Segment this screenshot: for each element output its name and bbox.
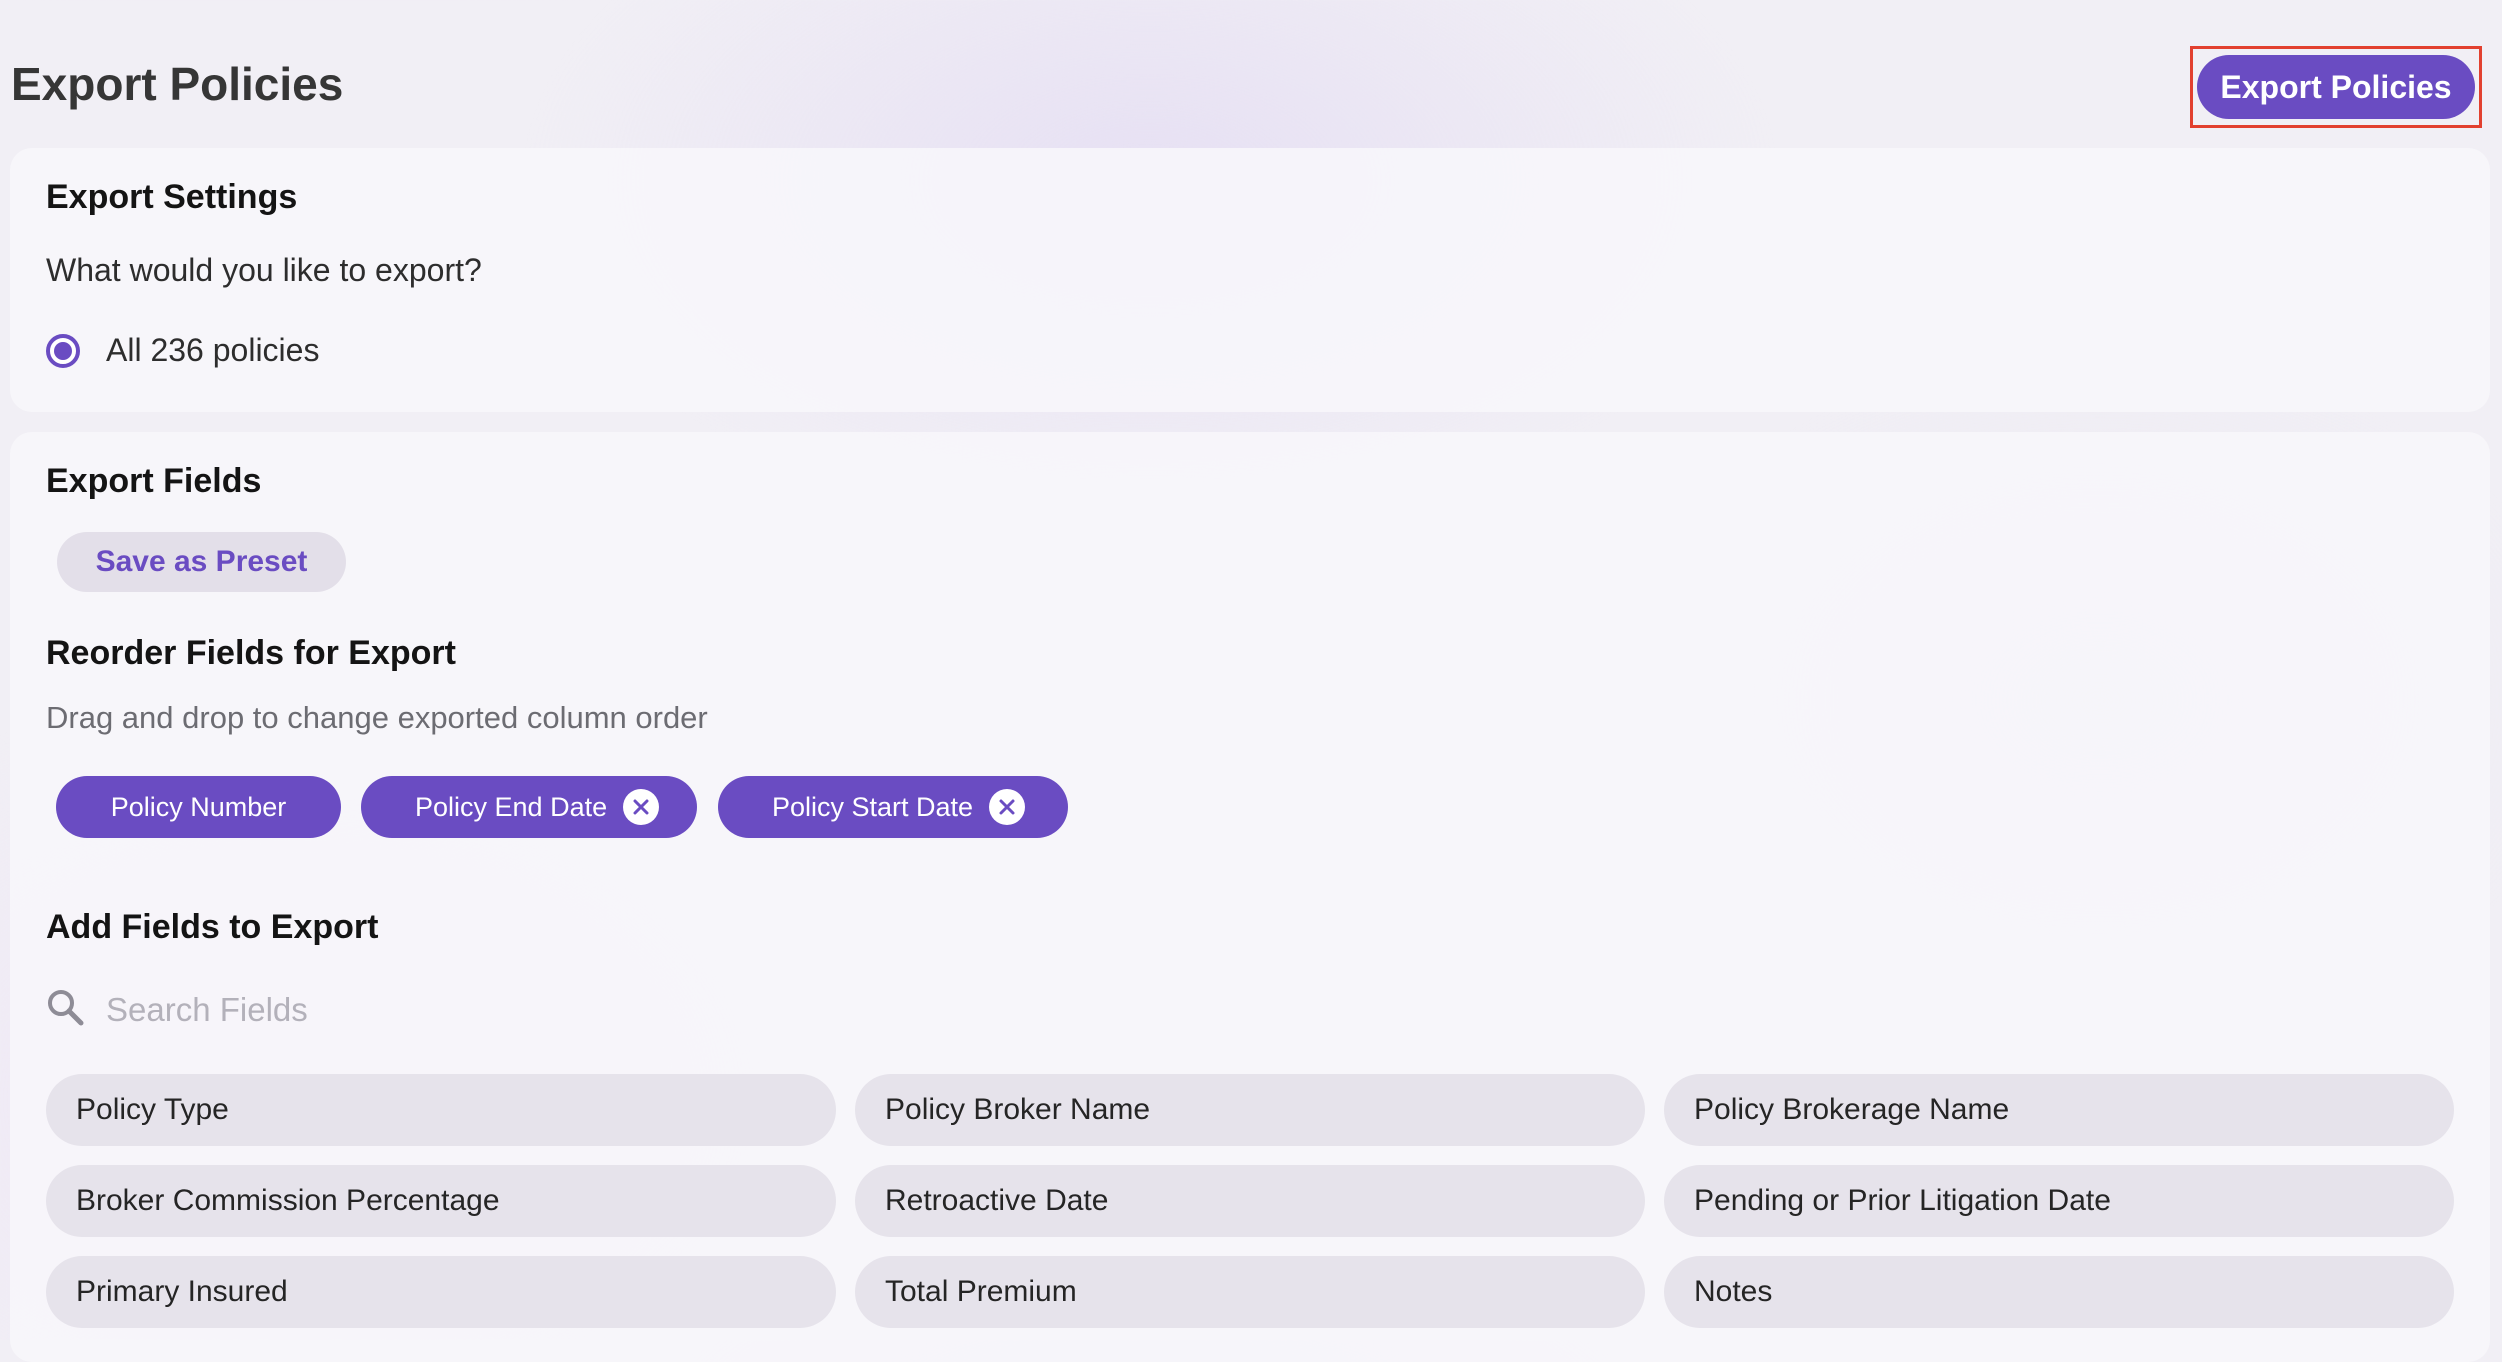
export-settings-card: Export Settings What would you like to e… (10, 148, 2490, 412)
reorder-fields-title: Reorder Fields for Export (46, 634, 456, 672)
available-field-item[interactable]: Primary Insured (46, 1256, 836, 1328)
available-field-item[interactable]: Retroactive Date (855, 1165, 1645, 1237)
radio-selected-icon[interactable] (46, 333, 80, 368)
available-field-item[interactable]: Policy Broker Name (855, 1074, 1645, 1146)
export-fields-card: Export Fields Save as Preset Reorder Fie… (10, 432, 2490, 1362)
export-settings-title: Export Settings (46, 178, 298, 216)
export-question: What would you like to export? (46, 252, 482, 288)
selected-field-chip[interactable]: Policy Number (56, 776, 341, 838)
close-circle-icon[interactable] (989, 789, 1026, 825)
export-policies-button[interactable]: Export Policies (2197, 55, 2475, 119)
all-policies-radio-label[interactable]: All 236 policies (106, 332, 319, 369)
save-as-preset-button[interactable]: Save as Preset (57, 532, 346, 592)
selected-field-chip[interactable]: Policy End Date (361, 776, 697, 838)
selected-field-label: Policy Start Date (772, 791, 974, 822)
available-field-item[interactable]: Total Premium (855, 1256, 1645, 1328)
reorder-hint: Drag and drop to change exported column … (46, 700, 708, 735)
available-field-item[interactable]: Pending or Prior Litigation Date (1664, 1165, 2454, 1237)
add-fields-title: Add Fields to Export (46, 908, 379, 946)
available-field-item[interactable]: Policy Brokerage Name (1664, 1074, 2454, 1146)
all-policies-radio-option[interactable]: All 236 policies (46, 332, 319, 369)
page-title: Export Policies (11, 58, 344, 110)
close-circle-icon[interactable] (623, 789, 660, 825)
export-fields-title: Export Fields (46, 462, 262, 500)
available-field-item[interactable]: Broker Commission Percentage (46, 1165, 836, 1237)
available-fields-grid: Policy Type Policy Broker Name Policy Br… (46, 1074, 2460, 1328)
selected-field-label: Policy End Date (415, 791, 608, 822)
search-field-row (46, 988, 706, 1031)
selected-field-chip[interactable]: Policy Start Date (718, 776, 1068, 838)
search-icon (46, 988, 84, 1031)
available-field-item[interactable]: Notes (1664, 1256, 2454, 1328)
selected-field-label: Policy Number (110, 791, 287, 822)
export-button-highlight: Export Policies (2190, 46, 2482, 128)
available-field-item[interactable]: Policy Type (46, 1074, 836, 1146)
search-fields-input[interactable] (106, 990, 706, 1029)
radio-dot (54, 341, 72, 360)
